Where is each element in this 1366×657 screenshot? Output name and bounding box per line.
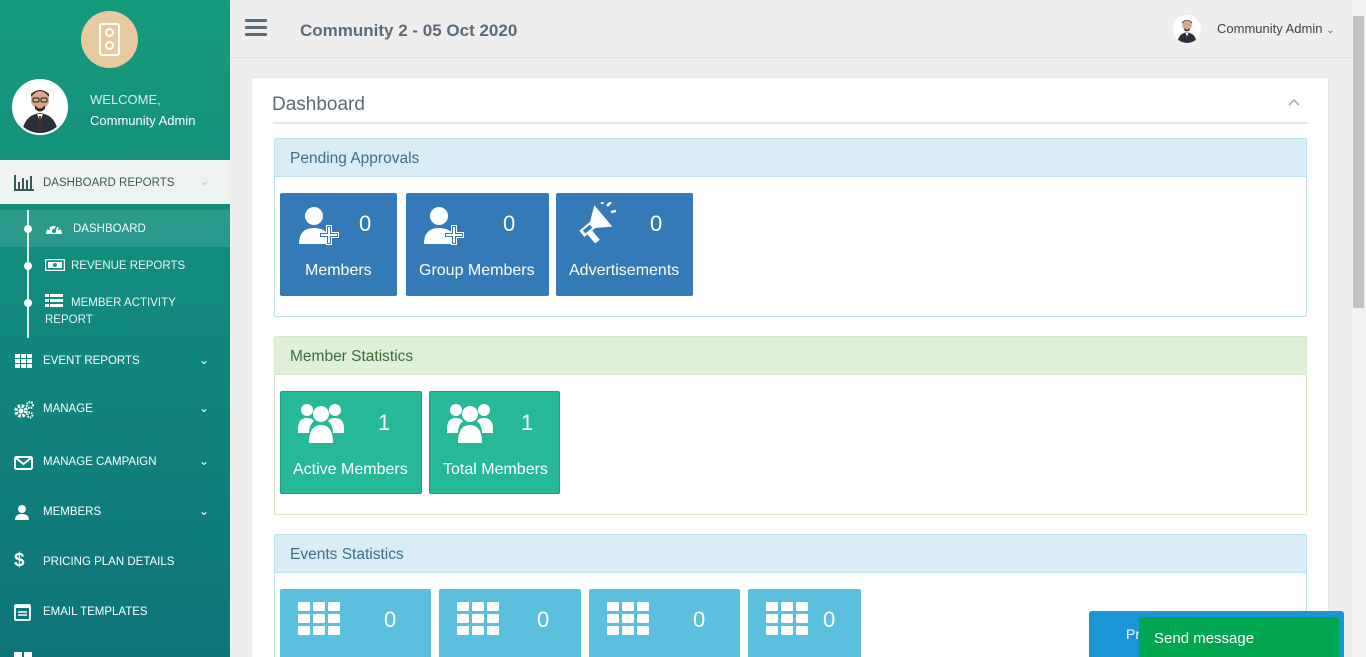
- tile-pending-members[interactable]: 0 Members: [280, 193, 397, 296]
- send-message-button[interactable]: Send message: [1139, 617, 1339, 657]
- user-plus-icon: [424, 207, 464, 245]
- welcome-text: WELCOME,: [90, 92, 161, 107]
- chevron-up-icon[interactable]: [1288, 96, 1300, 108]
- top-avatar[interactable]: [1173, 15, 1201, 43]
- sidebar-item-manage-campaign[interactable]: MANAGE CAMPAIGN ⌄: [0, 443, 230, 483]
- scrollbar-thumb[interactable]: [1353, 16, 1364, 308]
- sidebar-item-members[interactable]: MEMBERS ⌄: [0, 493, 230, 533]
- sidebar: WELCOME, Community Admin DASHBOARD REPOR…: [0, 0, 230, 657]
- avatar[interactable]: [12, 79, 68, 135]
- user-menu[interactable]: Community Admin ⌄: [1217, 21, 1335, 36]
- tile-count: 0: [537, 607, 550, 632]
- tile-label: Advertisements: [569, 262, 680, 279]
- top-bar: Community 2 - 05 Oct 2020 Community Admi…: [230, 0, 1350, 58]
- chevron-down-icon: ⌄: [199, 401, 210, 415]
- section-title: Pending Approvals: [275, 139, 1306, 177]
- tile-count: 0: [503, 211, 516, 236]
- tile-count: 1: [378, 410, 391, 435]
- money-icon: [45, 259, 65, 271]
- tile-count: 0: [384, 607, 397, 632]
- tile-total-members[interactable]: 1 Total Members: [429, 391, 560, 494]
- sidebar-item-manage[interactable]: MANAGE ⌄: [0, 390, 230, 430]
- sidebar-item-revenue-reports[interactable]: REVENUE REPORTS: [0, 250, 230, 284]
- page-title: Community 2 - 05 Oct 2020: [300, 21, 518, 40]
- tile-event-stat-3[interactable]: 0: [589, 589, 740, 657]
- sidebar-item-member-activity[interactable]: MEMBER ACTIVITY REPORT: [0, 287, 230, 332]
- calendar-grid-icon: [607, 602, 649, 635]
- sidebar-item-event-reports[interactable]: EVENT REPORTS ⌄: [0, 342, 230, 382]
- more-item-icon: [14, 652, 32, 657]
- send-message-label: Send message: [1154, 630, 1255, 647]
- calendar-grid-icon: [766, 602, 808, 635]
- tile-label: Members: [305, 262, 372, 279]
- grid-icon: [15, 354, 32, 368]
- nav-label: MANAGE: [43, 403, 93, 415]
- chevron-down-icon: ⌄: [200, 176, 210, 188]
- chevron-down-icon: ⌄: [199, 353, 210, 367]
- nav-label: MEMBERS: [43, 506, 102, 518]
- calendar-grid-icon: [298, 602, 340, 635]
- pending-approvals-section: Pending Approvals 0 Members 0 Group Memb…: [274, 138, 1307, 317]
- tile-label: Total Members: [443, 461, 548, 478]
- user-name: Community Admin: [90, 113, 196, 128]
- tile-label: Active Members: [293, 461, 408, 478]
- tile-pending-group-members[interactable]: 0 Group Members: [406, 193, 549, 296]
- users-icon: [447, 404, 493, 443]
- envelope-icon: [14, 456, 33, 470]
- megaphone-icon: [579, 202, 617, 244]
- nav-label: EMAIL TEMPLATES: [43, 606, 148, 618]
- chevron-down-icon: ⌄: [1326, 25, 1335, 36]
- sidebar-item-label: MEMBER ACTIVITY: [71, 297, 176, 309]
- tile-event-stat-4[interactable]: 0: [748, 589, 861, 657]
- tile-pending-advertisements[interactable]: 0 Advertisements: [556, 193, 693, 296]
- panel-title: Dashboard: [272, 94, 365, 115]
- users-icon: [298, 404, 344, 443]
- nav-dashboard-reports[interactable]: DASHBOARD REPORTS ⌄: [0, 160, 230, 204]
- speaker-icon: [99, 23, 120, 56]
- sidebar-item-label: DASHBOARD: [73, 223, 146, 235]
- logo[interactable]: [81, 11, 138, 68]
- user-plus-icon: [299, 207, 339, 245]
- divider: [273, 122, 1308, 124]
- scrollbar[interactable]: [1350, 0, 1366, 657]
- user-photo-icon: [22, 90, 58, 133]
- dashboard-icon: [46, 224, 62, 234]
- calendar-grid-icon: [457, 602, 499, 635]
- sidebar-item-label-line2: REPORT: [45, 314, 93, 326]
- chevron-down-icon: ⌄: [199, 504, 210, 518]
- tile-count: 0: [823, 607, 836, 632]
- nav-label: EVENT REPORTS: [43, 355, 140, 367]
- sidebar-item-pricing-plan[interactable]: $ PRICING PLAN DETAILS: [0, 543, 230, 583]
- tile-count: 1: [521, 410, 534, 435]
- menu-toggle-icon[interactable]: [245, 19, 267, 37]
- tile-event-stat-1[interactable]: 0: [280, 589, 431, 657]
- tile-count: 0: [359, 211, 372, 236]
- member-statistics-section: Member Statistics 1 Active Members 1 Tot…: [274, 336, 1307, 515]
- sidebar-item-email-templates[interactable]: EMAIL TEMPLATES: [0, 593, 230, 633]
- tile-count: 0: [693, 607, 706, 632]
- chevron-down-icon: ⌄: [199, 454, 210, 468]
- tile-count: 0: [650, 211, 663, 236]
- bar-chart-icon: [14, 175, 34, 191]
- user-icon: [15, 505, 29, 520]
- nav-label: MANAGE CAMPAIGN: [43, 456, 157, 468]
- cogs-icon: [14, 400, 35, 419]
- sidebar-item-dashboard[interactable]: DASHBOARD: [0, 210, 230, 247]
- chat-widget-label: Pr: [1126, 626, 1140, 642]
- nav-label: PRICING PLAN DETAILS: [43, 556, 175, 568]
- tile-event-stat-2[interactable]: 0: [439, 589, 581, 657]
- user-photo-icon: [1177, 19, 1197, 43]
- list-icon: [45, 294, 63, 307]
- tile-active-members[interactable]: 1 Active Members: [280, 391, 422, 494]
- dashboard-panel: Dashboard Pending Approvals 0 Members 0 …: [251, 77, 1329, 657]
- section-title: Member Statistics: [275, 337, 1306, 375]
- section-title: Events Statistics: [275, 535, 1306, 573]
- nav-label: DASHBOARD REPORTS: [43, 177, 175, 189]
- dollar-icon: $: [14, 550, 25, 571]
- tile-label: Group Members: [419, 262, 535, 279]
- template-icon: [14, 604, 31, 621]
- user-menu-label: Community Admin: [1217, 21, 1323, 36]
- sidebar-item-label: REVENUE REPORTS: [71, 260, 186, 272]
